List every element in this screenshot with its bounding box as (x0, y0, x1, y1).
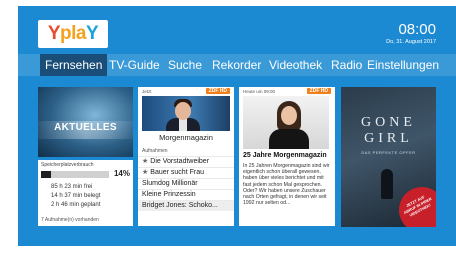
clock-time: 08:00 (398, 21, 436, 38)
article-header: Heute um 09:00 ZDF HD (239, 87, 335, 95)
aktuelles-tile[interactable]: AKTUELLES (38, 87, 133, 157)
nav-item-radio[interactable]: Radio (331, 54, 362, 76)
recording-title: Die Vorstadtweiber (150, 158, 210, 165)
recordings-list: ★ Die Vorstadtweiber ★ Bauer sucht Frau Sl… (138, 156, 234, 211)
storage-percent: 14% (113, 169, 130, 178)
logo-letters: pla (60, 23, 86, 44)
tv-screen: Ypla Y 08:00 Do, 31. August 2017 Fernsehe… (18, 6, 456, 246)
nav-item-einstellungen[interactable]: Einstellungen (367, 54, 439, 76)
recording-item[interactable]: ★ Die Vorstadtweiber (138, 156, 234, 167)
storage-bar-fill (41, 171, 51, 178)
presenter-image[interactable] (142, 96, 230, 131)
recording-item[interactable]: ★ Bauer sucht Frau (138, 167, 234, 178)
storage-recordings-count: 7 Aufnahme(n) vorhanden (41, 217, 99, 223)
now-caption: Morgenmagazin (159, 133, 213, 142)
seal-text: JETZT AUF ABRUF IN IHRER VIDEOTHEK! (403, 194, 433, 218)
now-header: Jetzt ZDF HD (138, 87, 234, 95)
article-title: 25 Jahre Morgenmagazin (243, 152, 327, 159)
movie-subtitle: DAS PERFEKTE OPFER (361, 150, 416, 155)
article-image (243, 96, 329, 149)
presenter-head (175, 102, 191, 120)
clock-date: Do, 31. August 2017 (386, 39, 436, 45)
recording-item[interactable]: Bridget Jones: Schoko... (138, 200, 234, 211)
recordings-header: Aufnahmen (142, 148, 168, 154)
anchor-body (269, 129, 309, 149)
vod-seal-badge: JETZT AUF ABRUF IN IHRER VIDEOTHEK! (399, 187, 436, 227)
star-icon: ★ (142, 169, 149, 176)
anchor-face (281, 106, 297, 125)
aktuelles-label: AKTUELLES (54, 122, 117, 133)
nav-item-videothek[interactable]: Videothek (269, 54, 322, 76)
presenter-shirt (179, 119, 187, 131)
storage-free: 85 h 23 min frei (51, 184, 93, 190)
movie-poster-tile[interactable]: GONE GIRL DAS PERFEKTE OPFER JETZT AUF A… (341, 87, 436, 227)
recording-title: Bridget Jones: Schoko... (142, 202, 218, 209)
recording-title: Kleine Prinzessin (142, 191, 196, 198)
yplay-logo: Ypla Y (38, 20, 108, 48)
movie-title-line1: GONE (361, 115, 416, 130)
main-nav: Fernsehen TV-Guide Suche Rekorder Videot… (18, 54, 456, 76)
recording-item[interactable]: Kleine Prinzessin (138, 189, 234, 200)
recording-title: Bauer sucht Frau (150, 169, 204, 176)
nav-item-rekorder[interactable]: Rekorder (212, 54, 261, 76)
now-recordings-card: Jetzt ZDF HD Morgenmagazin Aufnahmen ★ Di… (138, 87, 234, 226)
nav-item-suche[interactable]: Suche (168, 54, 202, 76)
article-body: In 25 Jahren Morgenmagazin sind wir eige… (243, 163, 330, 207)
storage-used: 14 h 37 min belegt (51, 193, 101, 199)
zdf-logo: ZDF HD (205, 88, 230, 94)
nav-item-tv-guide[interactable]: TV-Guide (109, 54, 160, 76)
silhouette-figure (381, 169, 393, 199)
clock: 08:00 Do, 31. August 2017 (386, 22, 436, 45)
movie-title-line2: GIRL (364, 131, 413, 146)
star-icon: ★ (142, 158, 149, 165)
recording-item[interactable]: Slumdog Millionär (138, 178, 234, 189)
storage-planned: 2 h 46 min geplant (51, 202, 101, 208)
article-time: Heute um 09:00 (243, 88, 276, 94)
recording-title: Slumdog Millionär (142, 180, 198, 187)
logo-letter: Y (47, 23, 61, 44)
now-label: Jetzt (142, 88, 152, 94)
logo-letter: Y (85, 23, 99, 44)
zdf-logo: ZDF HD (306, 88, 331, 94)
article-card[interactable]: Heute um 09:00 ZDF HD 25 Jahre Morgenmag… (239, 87, 335, 226)
nav-item-fernsehen[interactable]: Fernsehen (40, 54, 108, 76)
storage-panel[interactable]: Speicherplatzverbrauch 14% 85 h 23 min f… (38, 160, 133, 226)
storage-bar (41, 171, 109, 178)
storage-title: Speicherplatzverbrauch (41, 162, 94, 168)
